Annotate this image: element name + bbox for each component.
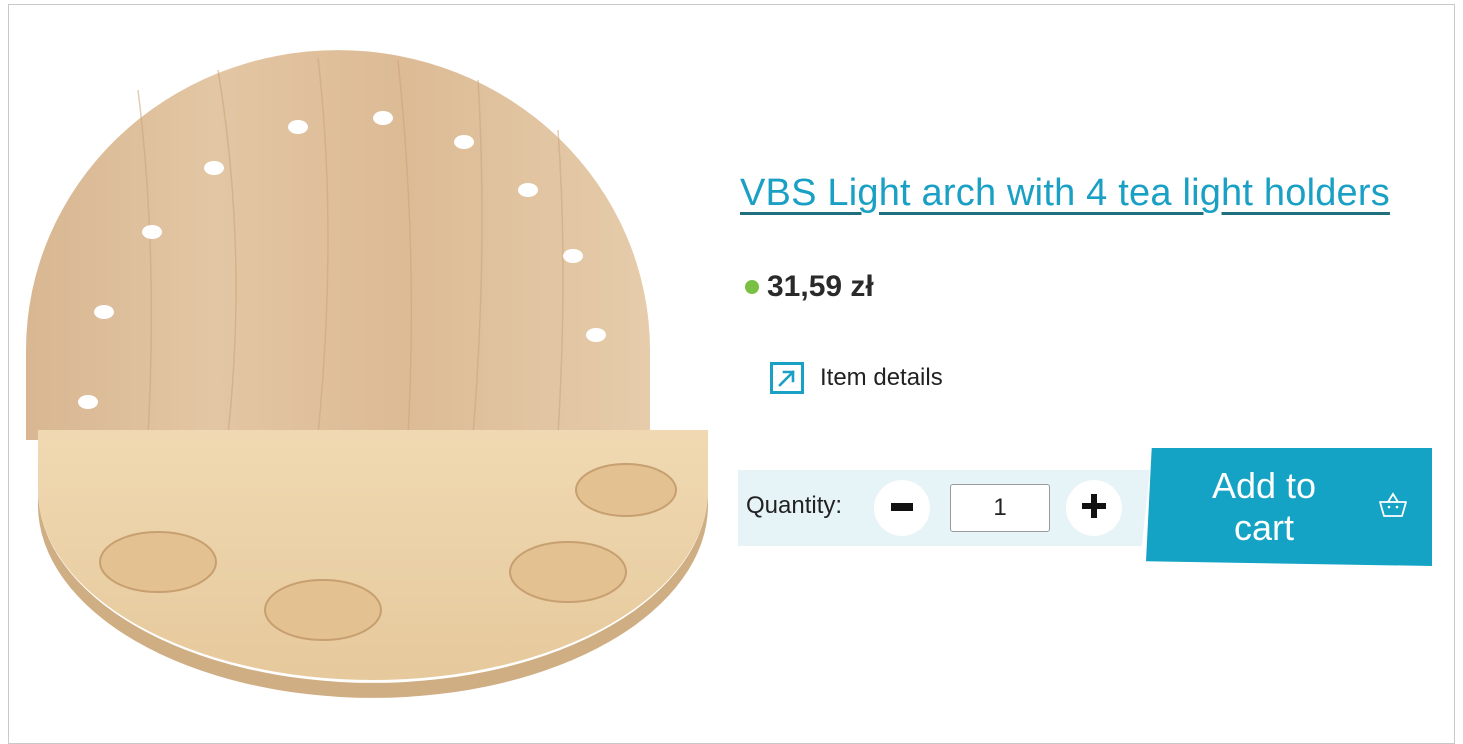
external-link-arrow-icon: [770, 362, 804, 394]
product-image[interactable]: [18, 50, 718, 710]
add-to-cart-button[interactable]: Add to cart: [1146, 448, 1432, 566]
item-details-label: Item details: [820, 364, 943, 391]
increase-quantity-button[interactable]: [1066, 480, 1122, 536]
add-to-cart-label-line1: Add to: [1211, 465, 1317, 506]
quantity-label: Quantity:: [746, 492, 843, 519]
quantity-input[interactable]: [950, 484, 1050, 532]
stock-status-dot: [745, 280, 759, 294]
add-to-cart-label: Add to cart: [1164, 465, 1364, 549]
product-title-link[interactable]: VBS Light arch with 4 tea light holders: [740, 172, 1390, 215]
plus-icon: [1082, 493, 1106, 523]
add-to-cart-label-line2: cart: [1233, 507, 1294, 548]
decrease-quantity-button[interactable]: [874, 480, 930, 536]
product-price: 31,59 zł: [767, 270, 874, 303]
basket-icon: [1378, 491, 1408, 523]
item-details-link[interactable]: Item details: [770, 362, 943, 394]
minus-icon: [891, 499, 913, 517]
price-row: 31,59 zł: [745, 270, 874, 304]
